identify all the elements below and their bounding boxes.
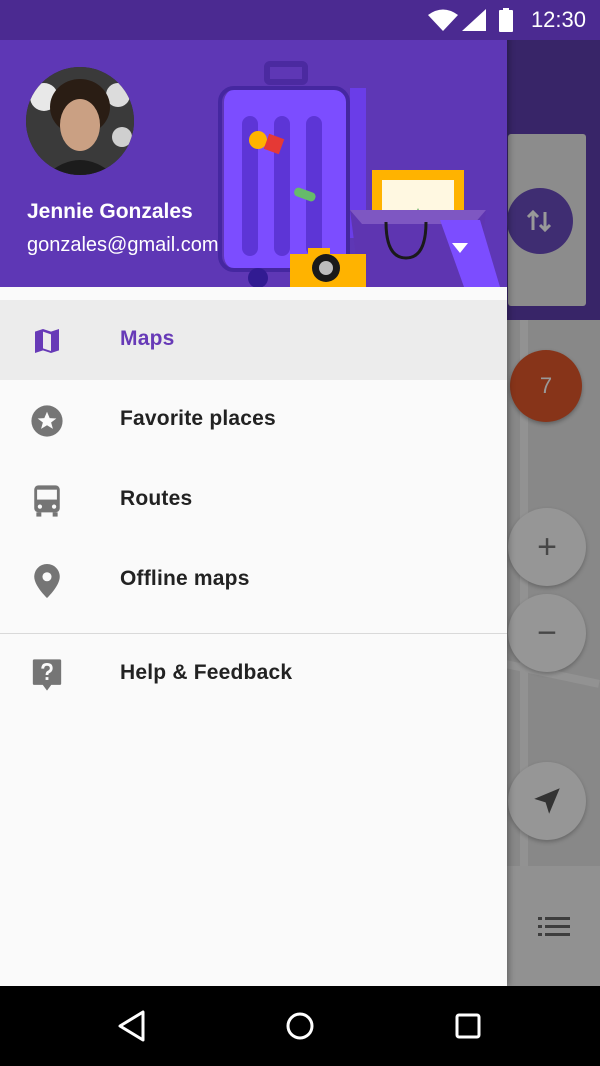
bus-icon	[30, 484, 64, 518]
avatar[interactable]	[26, 67, 134, 175]
drawer-item-offline-maps[interactable]: Offline maps	[0, 540, 507, 620]
status-bar: 12:30	[0, 0, 600, 40]
battery-icon	[499, 8, 513, 32]
user-photo	[26, 67, 134, 175]
wifi-icon	[428, 9, 458, 31]
drawer-item-maps[interactable]: Maps	[0, 300, 507, 380]
star-icon	[30, 404, 64, 438]
drawer-item-favorite-places[interactable]: Favorite places	[0, 380, 507, 460]
home-button[interactable]	[282, 1008, 318, 1044]
back-triangle-icon	[118, 1010, 145, 1042]
location-pin-icon	[30, 564, 64, 598]
drawer-item-label: Routes	[120, 487, 193, 510]
drawer-item-label: Offline maps	[120, 567, 250, 590]
user-email: gonzales@gmail.com	[27, 234, 219, 256]
user-name: Jennie Gonzales	[27, 200, 193, 223]
drawer-menu: Maps Favorite places Routes Offline maps	[0, 300, 507, 714]
drawer-header: Jennie Gonzales gonzales@gmail.com	[0, 40, 507, 287]
drawer-item-label: Help & Feedback	[120, 661, 293, 684]
help-icon	[30, 658, 64, 692]
drawer-item-help-feedback[interactable]: Help & Feedback	[0, 634, 507, 714]
recents-button[interactable]	[450, 1008, 486, 1044]
back-button[interactable]	[114, 1008, 150, 1044]
recents-square-icon	[455, 1013, 481, 1039]
drawer-item-label: Maps	[120, 327, 175, 350]
drawer-item-label: Favorite places	[120, 407, 276, 430]
status-time: 12:30	[530, 7, 586, 32]
cellular-signal-icon	[462, 9, 486, 31]
drawer-item-routes[interactable]: Routes	[0, 460, 507, 540]
home-circle-icon	[286, 1012, 314, 1040]
map-icon	[30, 324, 64, 358]
account-dropdown-icon[interactable]	[450, 241, 470, 255]
navigation-drawer: Jennie Gonzales gonzales@gmail.com Maps …	[0, 0, 507, 986]
system-navigation-bar	[0, 986, 600, 1066]
